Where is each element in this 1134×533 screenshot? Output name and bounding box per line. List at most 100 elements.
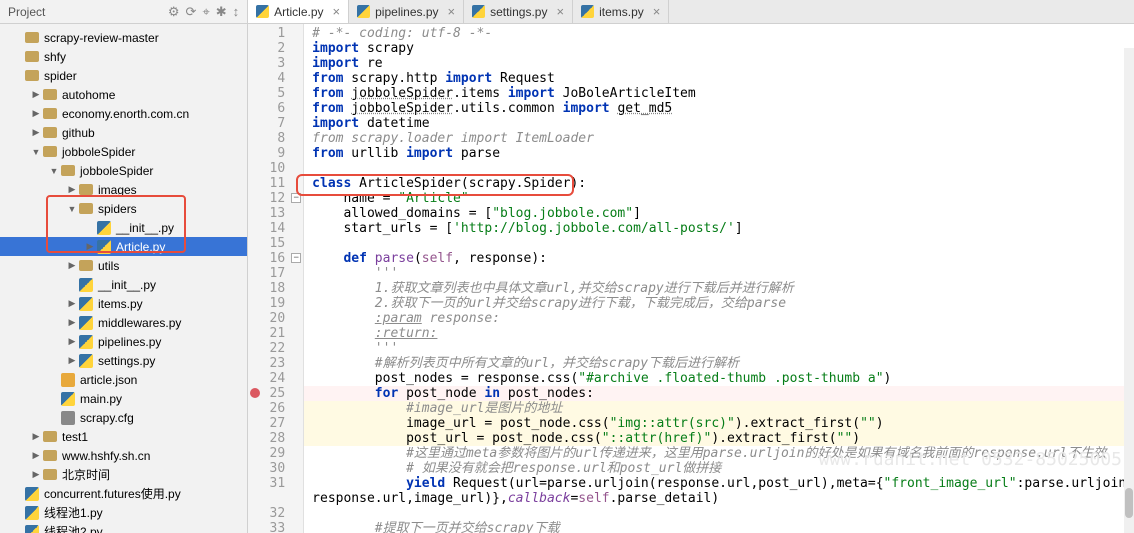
code-line[interactable]: #image_url是图片的地址 bbox=[304, 401, 1134, 416]
tree-item[interactable]: ▶autohome bbox=[0, 85, 247, 104]
refresh-icon[interactable]: ⟳ bbox=[186, 4, 197, 20]
tree-arrow[interactable]: ▶ bbox=[66, 317, 78, 328]
code-line[interactable]: post_url = post_node.css("::attr(href)")… bbox=[304, 431, 1134, 446]
tree-arrow[interactable]: ▶ bbox=[84, 241, 96, 252]
code-line[interactable]: from urllib import parse bbox=[304, 146, 1134, 161]
tree-item[interactable]: ▶settings.py bbox=[0, 351, 247, 370]
code-line[interactable]: 2.获取下一页的url并交给scrapy进行下载，下载完成后，交给parse bbox=[304, 296, 1134, 311]
tree-arrow[interactable]: ▶ bbox=[66, 184, 78, 195]
line-number[interactable] bbox=[248, 491, 303, 506]
tree-item[interactable]: shfy bbox=[0, 47, 247, 66]
line-number[interactable]: 15 bbox=[248, 236, 303, 251]
tree-item[interactable]: concurrent.futures使用.py bbox=[0, 484, 247, 503]
code-line[interactable]: ''' bbox=[304, 341, 1134, 356]
line-number[interactable]: 20 bbox=[248, 311, 303, 326]
tree-item[interactable]: ▶github bbox=[0, 123, 247, 142]
code-line[interactable]: # -*- coding: utf-8 -*- bbox=[304, 26, 1134, 41]
tree-arrow[interactable]: ▶ bbox=[30, 108, 42, 119]
line-number[interactable]: 26 bbox=[248, 401, 303, 416]
line-number[interactable]: 29 bbox=[248, 446, 303, 461]
line-number[interactable]: 6 bbox=[248, 101, 303, 116]
editor-tabs[interactable]: Article.py×pipelines.py×settings.py×item… bbox=[248, 0, 1134, 24]
line-number[interactable]: 4 bbox=[248, 71, 303, 86]
code-line[interactable]: allowed_domains = ["blog.jobbole.com"] bbox=[304, 206, 1134, 221]
tree-item[interactable]: spider bbox=[0, 66, 247, 85]
code-line[interactable]: from jobboleSpider.utils.common import g… bbox=[304, 101, 1134, 116]
editor-tab[interactable]: Article.py× bbox=[248, 0, 349, 23]
line-number[interactable]: 5 bbox=[248, 86, 303, 101]
line-number[interactable]: 16− bbox=[248, 251, 303, 266]
tree-arrow[interactable]: ▶ bbox=[66, 260, 78, 271]
locate-icon[interactable]: ⌖ bbox=[202, 4, 209, 20]
code-line[interactable]: post_nodes = response.css("#archive .flo… bbox=[304, 371, 1134, 386]
code-line[interactable]: 1.获取文章列表也中具体文章url,并交给scrapy进行下载后并进行解析 bbox=[304, 281, 1134, 296]
sort-icon[interactable]: ↕ bbox=[233, 4, 240, 20]
tree-arrow[interactable]: ▶ bbox=[30, 469, 42, 480]
tree-item[interactable]: ▶test1 bbox=[0, 427, 247, 446]
code-area[interactable]: 123456789101112−13141516−171819202122232… bbox=[248, 24, 1134, 533]
line-number[interactable]: 3 bbox=[248, 56, 303, 71]
tree-item[interactable]: __init__.py bbox=[0, 275, 247, 294]
line-number[interactable]: 25 bbox=[248, 386, 303, 401]
code-line[interactable]: yield Request(url=parse.urljoin(response… bbox=[304, 476, 1134, 491]
line-number[interactable]: 7 bbox=[248, 116, 303, 131]
project-tree[interactable]: scrapy-review-mastershfyspider▶autohome ▶… bbox=[0, 24, 247, 533]
code-line[interactable]: import datetime bbox=[304, 116, 1134, 131]
code-line[interactable]: :return: bbox=[304, 326, 1134, 341]
line-number[interactable]: 31 bbox=[248, 476, 303, 491]
line-number[interactable]: 28 bbox=[248, 431, 303, 446]
line-number[interactable]: 27 bbox=[248, 416, 303, 431]
tree-arrow[interactable]: ▶ bbox=[30, 127, 42, 138]
tree-item[interactable]: ▶utils bbox=[0, 256, 247, 275]
code-line[interactable]: ''' bbox=[304, 266, 1134, 281]
code-line[interactable]: from jobboleSpider.items import JoBoleAr… bbox=[304, 86, 1134, 101]
line-number[interactable]: 14 bbox=[248, 221, 303, 236]
fold-icon[interactable]: − bbox=[291, 253, 301, 263]
line-number[interactable]: 21 bbox=[248, 326, 303, 341]
gear-icon[interactable]: ⚙ bbox=[168, 4, 180, 20]
close-icon[interactable]: × bbox=[653, 4, 661, 19]
code-line[interactable]: import scrapy bbox=[304, 41, 1134, 56]
line-number[interactable]: 9 bbox=[248, 146, 303, 161]
line-number[interactable]: 22 bbox=[248, 341, 303, 356]
code-line[interactable]: for post_node in post_nodes: bbox=[304, 386, 1134, 401]
tree-arrow[interactable]: ▶ bbox=[66, 355, 78, 366]
tree-item[interactable]: ▼jobboleSpider bbox=[0, 161, 247, 180]
code-line[interactable] bbox=[304, 236, 1134, 251]
tree-item[interactable]: ▼jobboleSpider bbox=[0, 142, 247, 161]
tree-arrow[interactable]: ▶ bbox=[66, 336, 78, 347]
close-icon[interactable]: × bbox=[448, 4, 456, 19]
tree-arrow[interactable]: ▼ bbox=[66, 204, 78, 214]
code-line[interactable]: #提取下一页并交给scrapy下载 bbox=[304, 521, 1134, 533]
code-line[interactable]: from scrapy.loader import ItemLoader bbox=[304, 131, 1134, 146]
line-number[interactable]: 11 bbox=[248, 176, 303, 191]
line-number[interactable]: 17 bbox=[248, 266, 303, 281]
line-number[interactable]: 23 bbox=[248, 356, 303, 371]
line-number[interactable]: 2 bbox=[248, 41, 303, 56]
tree-item[interactable]: ▶images bbox=[0, 180, 247, 199]
project-sidebar[interactable]: Project ⚙ ⟳ ⌖ ✱ ↕ scrapy-review-mastersh… bbox=[0, 0, 248, 533]
tree-item[interactable]: ▼spiders bbox=[0, 199, 247, 218]
tree-arrow[interactable]: ▶ bbox=[66, 298, 78, 309]
tree-item[interactable]: scrapy.cfg bbox=[0, 408, 247, 427]
tree-arrow[interactable]: ▼ bbox=[48, 166, 60, 176]
line-number[interactable]: 32 bbox=[248, 506, 303, 521]
code-line[interactable]: import re bbox=[304, 56, 1134, 71]
line-number[interactable]: 13 bbox=[248, 206, 303, 221]
tree-item[interactable]: scrapy-review-master bbox=[0, 28, 247, 47]
tree-item[interactable]: 线程池1.py bbox=[0, 503, 247, 522]
collapse-icon[interactable]: ✱ bbox=[216, 4, 227, 20]
tree-item[interactable]: ▶pipelines.py bbox=[0, 332, 247, 351]
tree-arrow[interactable]: ▶ bbox=[30, 450, 42, 461]
code-line[interactable]: start_urls = ['http://blog.jobbole.com/a… bbox=[304, 221, 1134, 236]
code-line[interactable]: response.url,image_url)},callback=self.p… bbox=[304, 491, 1134, 506]
fold-icon[interactable]: − bbox=[291, 193, 301, 203]
tree-item[interactable]: ▶北京时间 bbox=[0, 465, 247, 484]
code-line[interactable]: :param response: bbox=[304, 311, 1134, 326]
code-line[interactable]: image_url = post_node.css("img::attr(src… bbox=[304, 416, 1134, 431]
gutter[interactable]: 123456789101112−13141516−171819202122232… bbox=[248, 24, 304, 533]
tree-item[interactable]: ▶www.hshfy.sh.cn bbox=[0, 446, 247, 465]
code-line[interactable]: def parse(self, response): bbox=[304, 251, 1134, 266]
tree-item[interactable]: ▶items.py bbox=[0, 294, 247, 313]
tree-item[interactable]: __init__.py bbox=[0, 218, 247, 237]
